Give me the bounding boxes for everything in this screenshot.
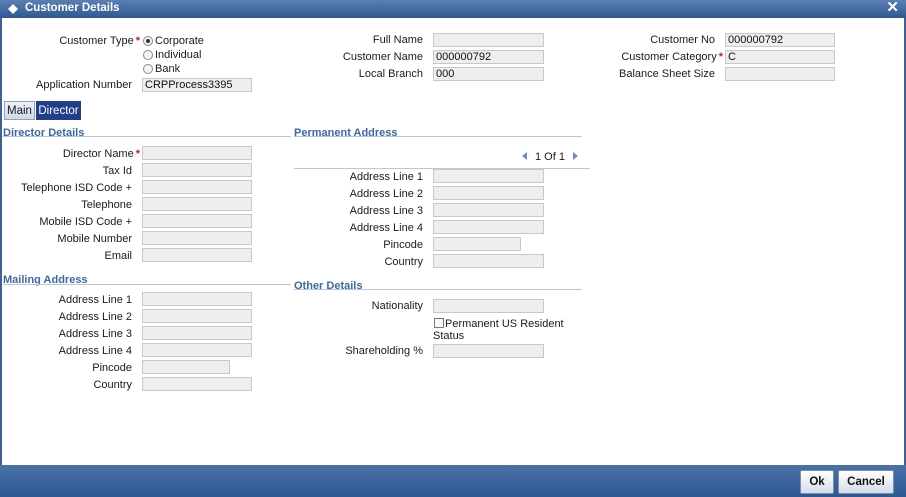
application-number-label: Application Number bbox=[36, 79, 132, 91]
mailing-line3-label: Address Line 3 bbox=[58, 328, 132, 340]
mailing-line4-label: Address Line 4 bbox=[58, 345, 132, 357]
radio-corporate[interactable]: Corporate bbox=[143, 35, 204, 47]
full-name-field[interactable] bbox=[433, 33, 544, 47]
director-details-heading: Director Details bbox=[3, 127, 85, 139]
customer-category-label: Customer Category * bbox=[621, 51, 723, 63]
perm-line4-field[interactable] bbox=[433, 220, 544, 234]
mobile-isd-field[interactable] bbox=[142, 214, 252, 228]
mailing-country-label: Country bbox=[93, 379, 132, 391]
tab-main[interactable]: Main bbox=[4, 101, 35, 120]
perm-pincode-label: Pincode bbox=[383, 239, 423, 251]
telephone-field[interactable] bbox=[142, 197, 252, 211]
balance-sheet-size-field[interactable] bbox=[725, 67, 835, 81]
title-bar: Customer Details ✕ bbox=[0, 0, 906, 18]
mailing-country-field[interactable] bbox=[142, 377, 252, 391]
section-divider bbox=[294, 136, 582, 137]
section-divider bbox=[3, 284, 291, 285]
mailing-line1-field[interactable] bbox=[142, 292, 252, 306]
telephone-label: Telephone bbox=[81, 199, 132, 211]
mobile-number-label: Mobile Number bbox=[57, 233, 132, 245]
permanent-address-heading: Permanent Address bbox=[294, 127, 398, 139]
balance-sheet-size-label: Balance Sheet Size bbox=[618, 68, 715, 80]
other-details-heading: Other Details bbox=[294, 280, 363, 292]
customer-no-field[interactable]: 000000792 bbox=[725, 33, 835, 47]
shareholding-label: Shareholding % bbox=[345, 345, 423, 357]
us-resident-label: Permanent US Resident bbox=[445, 318, 564, 330]
perm-line1-field[interactable] bbox=[433, 169, 544, 183]
radio-button-icon[interactable] bbox=[143, 64, 153, 74]
perm-line2-field[interactable] bbox=[433, 186, 544, 200]
perm-line4-label: Address Line 4 bbox=[349, 222, 423, 234]
mailing-pincode-label: Pincode bbox=[92, 362, 132, 374]
tab-director[interactable]: Director bbox=[36, 101, 81, 120]
radio-button-icon[interactable] bbox=[143, 36, 153, 46]
mailing-line2-field[interactable] bbox=[142, 309, 252, 323]
perm-country-field[interactable] bbox=[433, 254, 544, 268]
customer-type-label: Customer Type * bbox=[59, 35, 140, 47]
next-record-icon[interactable] bbox=[573, 152, 578, 160]
footer-bar bbox=[0, 465, 906, 497]
perm-line1-label: Address Line 1 bbox=[349, 171, 423, 183]
section-divider bbox=[294, 289, 582, 290]
radio-individual[interactable]: Individual bbox=[143, 49, 201, 61]
full-name-label: Full Name bbox=[372, 34, 423, 46]
email-label: Email bbox=[104, 250, 132, 262]
application-number-field[interactable]: CRPProcess3395 bbox=[142, 78, 252, 92]
close-icon[interactable]: ✕ bbox=[886, 0, 899, 16]
email-field[interactable] bbox=[142, 248, 252, 262]
mailing-pincode-field[interactable] bbox=[142, 360, 230, 374]
us-resident-label-line2: Status bbox=[433, 330, 465, 342]
customer-category-field[interactable]: C bbox=[725, 50, 835, 64]
diamond-icon bbox=[7, 3, 19, 15]
us-resident-checkbox[interactable] bbox=[434, 318, 444, 328]
shareholding-field[interactable] bbox=[433, 344, 544, 358]
mailing-line2-label: Address Line 2 bbox=[58, 311, 132, 323]
perm-line3-field[interactable] bbox=[433, 203, 544, 217]
ok-button[interactable]: Ok bbox=[800, 470, 834, 494]
mailing-line4-field[interactable] bbox=[142, 343, 252, 357]
director-name-label: Director Name * bbox=[62, 148, 140, 160]
customer-no-label: Customer No bbox=[650, 34, 715, 46]
perm-line3-label: Address Line 3 bbox=[349, 205, 423, 217]
local-branch-field[interactable]: 000 bbox=[433, 67, 544, 81]
director-name-field[interactable] bbox=[142, 146, 252, 160]
radio-button-icon[interactable] bbox=[143, 50, 153, 60]
window-title: Customer Details bbox=[25, 2, 120, 14]
record-pager-text: 1 Of 1 bbox=[535, 151, 565, 163]
cancel-button[interactable]: Cancel bbox=[838, 470, 894, 494]
perm-line2-label: Address Line 2 bbox=[349, 188, 423, 200]
prev-record-icon[interactable] bbox=[522, 152, 527, 160]
mailing-line1-label: Address Line 1 bbox=[58, 294, 132, 306]
telephone-isd-field[interactable] bbox=[142, 180, 252, 194]
nationality-field[interactable] bbox=[433, 299, 544, 313]
section-divider bbox=[3, 136, 291, 137]
perm-country-label: Country bbox=[384, 256, 423, 268]
tax-id-field[interactable] bbox=[142, 163, 252, 177]
perm-pincode-field[interactable] bbox=[433, 237, 521, 251]
telephone-isd-label: Telephone ISD Code + bbox=[21, 182, 132, 194]
radio-bank[interactable]: Bank bbox=[143, 63, 180, 75]
tax-id-label: Tax Id bbox=[102, 165, 132, 177]
nationality-label: Nationality bbox=[371, 300, 423, 312]
mailing-line3-field[interactable] bbox=[142, 326, 252, 340]
mobile-number-field[interactable] bbox=[142, 231, 252, 245]
customer-name-label: Customer Name bbox=[342, 51, 423, 63]
customer-name-field[interactable]: 000000792 bbox=[433, 50, 544, 64]
local-branch-label: Local Branch bbox=[358, 68, 423, 80]
mobile-isd-label: Mobile ISD Code + bbox=[39, 216, 132, 228]
